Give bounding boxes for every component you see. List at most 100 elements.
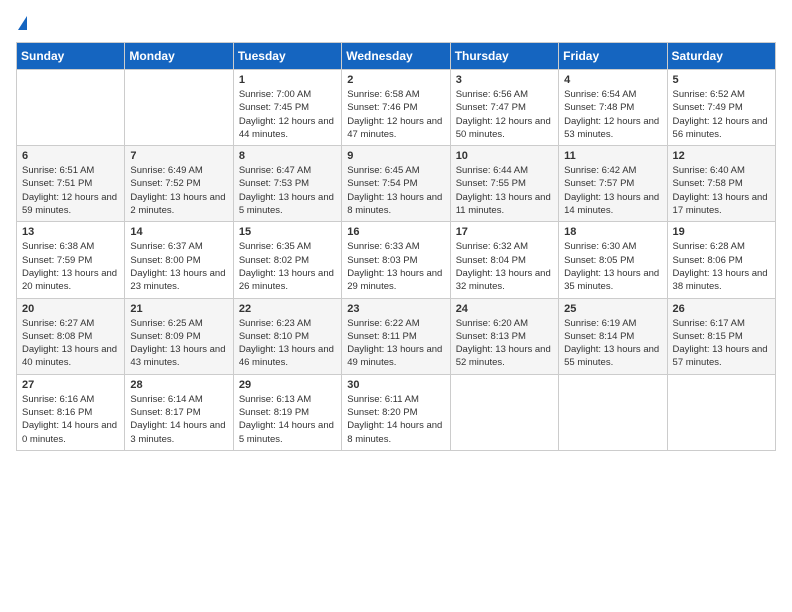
logo-triangle-icon (18, 16, 27, 30)
day-info: Sunrise: 6:33 AMSunset: 8:03 PMDaylight:… (347, 240, 444, 293)
day-info: Sunrise: 6:22 AMSunset: 8:11 PMDaylight:… (347, 317, 444, 370)
day-info: Sunrise: 6:19 AMSunset: 8:14 PMDaylight:… (564, 317, 661, 370)
weekday-header: Monday (125, 43, 233, 70)
sunrise-text: Sunrise: 6:37 AM (130, 240, 227, 253)
calendar-week-row: 1Sunrise: 7:00 AMSunset: 7:45 PMDaylight… (17, 70, 776, 146)
daylight-text: Daylight: 14 hours and 8 minutes. (347, 419, 444, 446)
day-number: 6 (22, 150, 119, 162)
sunrise-text: Sunrise: 6:11 AM (347, 393, 444, 406)
day-info: Sunrise: 6:42 AMSunset: 7:57 PMDaylight:… (564, 164, 661, 217)
calendar-cell: 8Sunrise: 6:47 AMSunset: 7:53 PMDaylight… (233, 146, 341, 222)
day-info: Sunrise: 6:30 AMSunset: 8:05 PMDaylight:… (564, 240, 661, 293)
calendar-cell: 16Sunrise: 6:33 AMSunset: 8:03 PMDayligh… (342, 222, 450, 298)
day-number: 26 (673, 303, 770, 315)
day-number: 14 (130, 226, 227, 238)
sunset-text: Sunset: 8:09 PM (130, 330, 227, 343)
sunset-text: Sunset: 8:19 PM (239, 406, 336, 419)
calendar-cell (450, 374, 558, 450)
daylight-text: Daylight: 14 hours and 5 minutes. (239, 419, 336, 446)
calendar-cell (17, 70, 125, 146)
sunset-text: Sunset: 7:59 PM (22, 254, 119, 267)
day-number: 17 (456, 226, 553, 238)
sunset-text: Sunset: 8:11 PM (347, 330, 444, 343)
day-number: 22 (239, 303, 336, 315)
sunset-text: Sunset: 8:08 PM (22, 330, 119, 343)
day-number: 28 (130, 379, 227, 391)
daylight-text: Daylight: 13 hours and 38 minutes. (673, 267, 770, 294)
daylight-text: Daylight: 13 hours and 35 minutes. (564, 267, 661, 294)
sunset-text: Sunset: 7:53 PM (239, 177, 336, 190)
calendar-cell: 18Sunrise: 6:30 AMSunset: 8:05 PMDayligh… (559, 222, 667, 298)
day-info: Sunrise: 6:14 AMSunset: 8:17 PMDaylight:… (130, 393, 227, 446)
sunrise-text: Sunrise: 6:35 AM (239, 240, 336, 253)
calendar-cell: 26Sunrise: 6:17 AMSunset: 8:15 PMDayligh… (667, 298, 775, 374)
day-info: Sunrise: 6:49 AMSunset: 7:52 PMDaylight:… (130, 164, 227, 217)
day-number: 7 (130, 150, 227, 162)
calendar-cell: 27 Sunrise: 6:16 AMSunset: 8:16 PMDayligh… (17, 374, 125, 450)
sunset-text: Sunset: 7:57 PM (564, 177, 661, 190)
day-info: Sunrise: 6:45 AMSunset: 7:54 PMDaylight:… (347, 164, 444, 217)
sunset-text: Sunset: 7:54 PM (347, 177, 444, 190)
daylight-text: Daylight: 13 hours and 46 minutes. (239, 343, 336, 370)
day-number: 15 (239, 226, 336, 238)
day-number: 13 (22, 226, 119, 238)
day-info: Sunrise: 6:32 AMSunset: 8:04 PMDaylight:… (456, 240, 553, 293)
calendar-cell: 22Sunrise: 6:23 AMSunset: 8:10 PMDayligh… (233, 298, 341, 374)
weekday-header: Tuesday (233, 43, 341, 70)
day-number: 25 (564, 303, 661, 315)
day-number: 21 (130, 303, 227, 315)
day-number: 27 (22, 379, 119, 391)
calendar-header-row: SundayMondayTuesdayWednesdayThursdayFrid… (17, 43, 776, 70)
sunrise-text: Sunrise: 6:44 AM (456, 164, 553, 177)
sunset-text: Sunset: 7:47 PM (456, 101, 553, 114)
day-info: Sunrise: 6:11 AMSunset: 8:20 PMDaylight:… (347, 393, 444, 446)
sunset-text: Sunset: 7:55 PM (456, 177, 553, 190)
sunrise-text: Sunrise: 6:33 AM (347, 240, 444, 253)
sunset-text: Sunset: 8:20 PM (347, 406, 444, 419)
day-number: 5 (673, 74, 770, 86)
day-info: Sunrise: 6:20 AMSunset: 8:13 PMDaylight:… (456, 317, 553, 370)
sunset-text: Sunset: 7:48 PM (564, 101, 661, 114)
sunrise-text: Sunrise: 6:45 AM (347, 164, 444, 177)
day-info: Sunrise: 6:58 AMSunset: 7:46 PMDaylight:… (347, 88, 444, 141)
daylight-text: Daylight: 13 hours and 20 minutes. (22, 267, 119, 294)
calendar-cell: 7 Sunrise: 6:49 AMSunset: 7:52 PMDaylight… (125, 146, 233, 222)
sunset-text: Sunset: 8:10 PM (239, 330, 336, 343)
calendar-cell: 3Sunrise: 6:56 AMSunset: 7:47 PMDaylight… (450, 70, 558, 146)
day-info: Sunrise: 6:40 AMSunset: 7:58 PMDaylight:… (673, 164, 770, 217)
calendar-week-row: 13 Sunrise: 6:38 AMSunset: 7:59 PMDayligh… (17, 222, 776, 298)
daylight-text: Daylight: 12 hours and 56 minutes. (673, 115, 770, 142)
sunrise-text: Sunrise: 6:54 AM (564, 88, 661, 101)
daylight-text: Daylight: 14 hours and 0 minutes. (22, 419, 119, 446)
daylight-text: Daylight: 12 hours and 50 minutes. (456, 115, 553, 142)
calendar-cell: 24Sunrise: 6:20 AMSunset: 8:13 PMDayligh… (450, 298, 558, 374)
day-info: Sunrise: 6:35 AMSunset: 8:02 PMDaylight:… (239, 240, 336, 293)
sunrise-text: Sunrise: 6:40 AM (673, 164, 770, 177)
sunset-text: Sunset: 8:03 PM (347, 254, 444, 267)
sunrise-text: Sunrise: 6:22 AM (347, 317, 444, 330)
day-number: 29 (239, 379, 336, 391)
sunrise-text: Sunrise: 6:58 AM (347, 88, 444, 101)
sunrise-text: Sunrise: 6:27 AM (22, 317, 119, 330)
sunrise-text: Sunrise: 6:52 AM (673, 88, 770, 101)
calendar-table: SundayMondayTuesdayWednesdayThursdayFrid… (16, 42, 776, 451)
calendar-cell (559, 374, 667, 450)
sunset-text: Sunset: 7:52 PM (130, 177, 227, 190)
weekday-header: Sunday (17, 43, 125, 70)
sunset-text: Sunset: 8:16 PM (22, 406, 119, 419)
sunrise-text: Sunrise: 6:49 AM (130, 164, 227, 177)
daylight-text: Daylight: 13 hours and 23 minutes. (130, 267, 227, 294)
day-info: Sunrise: 6:27 AMSunset: 8:08 PMDaylight:… (22, 317, 119, 370)
weekday-header: Friday (559, 43, 667, 70)
day-info: Sunrise: 6:38 AMSunset: 7:59 PMDaylight:… (22, 240, 119, 293)
day-number: 9 (347, 150, 444, 162)
sunrise-text: Sunrise: 6:47 AM (239, 164, 336, 177)
daylight-text: Daylight: 14 hours and 3 minutes. (130, 419, 227, 446)
daylight-text: Daylight: 13 hours and 52 minutes. (456, 343, 553, 370)
sunset-text: Sunset: 8:15 PM (673, 330, 770, 343)
day-info: Sunrise: 6:16 AMSunset: 8:16 PMDaylight:… (22, 393, 119, 446)
daylight-text: Daylight: 13 hours and 5 minutes. (239, 191, 336, 218)
sunrise-text: Sunrise: 6:16 AM (22, 393, 119, 406)
sunset-text: Sunset: 7:46 PM (347, 101, 444, 114)
day-info: Sunrise: 6:52 AMSunset: 7:49 PMDaylight:… (673, 88, 770, 141)
